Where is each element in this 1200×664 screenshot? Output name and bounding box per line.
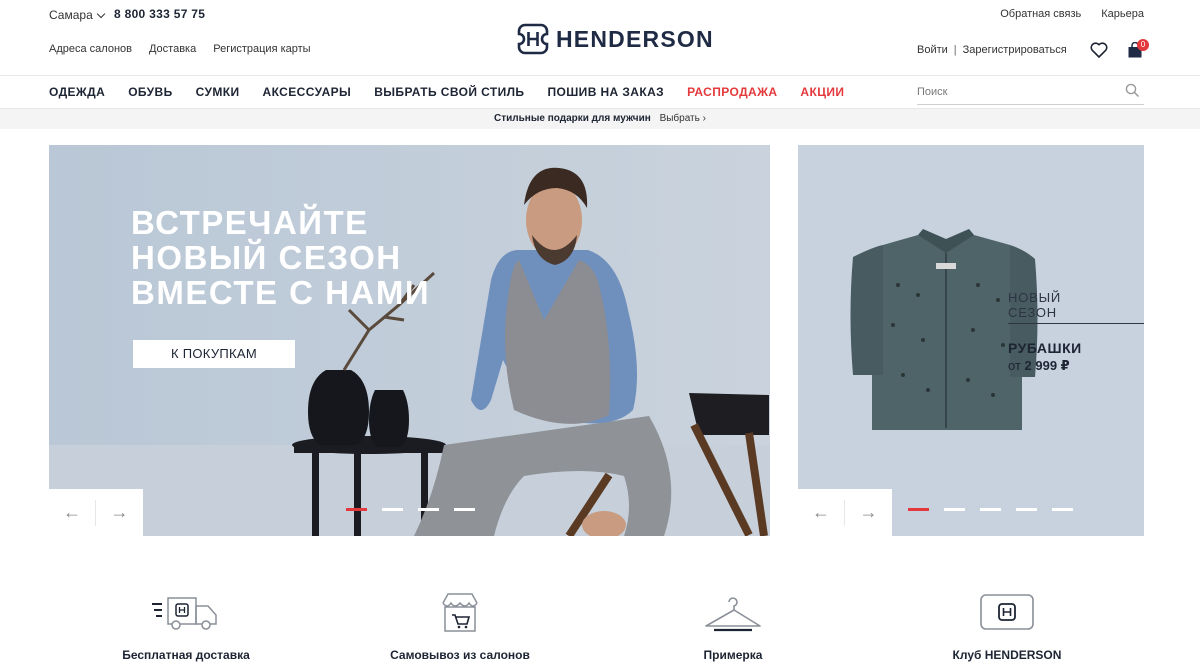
- hero-title-line-2: НОВЫЙ СЕЗОН: [131, 239, 402, 276]
- feature-label: Клуб HENDERSON: [952, 648, 1062, 662]
- slider-dot[interactable]: [944, 508, 965, 511]
- nav-item-clothing[interactable]: ОДЕЖДА: [49, 85, 105, 99]
- link-card-registration[interactable]: Регистрация карты: [213, 43, 310, 55]
- header-left-links: Адреса салонов Доставка Регистрация карт…: [49, 43, 311, 55]
- feature-label: Бесплатная доставка: [122, 648, 250, 662]
- arrow-left-icon[interactable]: ←: [798, 499, 845, 526]
- shop-now-button[interactable]: К ПОКУПКАМ: [133, 340, 295, 368]
- slider-dot[interactable]: [908, 508, 929, 511]
- nav-item-promotions[interactable]: АКЦИИ: [800, 85, 844, 99]
- slider-dot[interactable]: [1016, 508, 1037, 511]
- arrow-right-icon[interactable]: →: [845, 489, 892, 536]
- shirts-banner[interactable]: НОВЫЙ СЕЗОН РУБАШКИ от 2 999 ₽ ← →: [798, 145, 1144, 536]
- arrow-left-icon[interactable]: ←: [49, 499, 96, 526]
- cart-count-badge: 0: [1137, 39, 1149, 51]
- promo-text: Стильные подарки для мужчин: [494, 113, 651, 124]
- hero-slider-controls: ← →: [49, 489, 143, 536]
- club-card-icon: [980, 594, 1034, 630]
- shirts-slider-controls: ← →: [798, 489, 892, 536]
- nav-item-bags[interactable]: СУМКИ: [196, 85, 240, 99]
- slider-dot[interactable]: [382, 508, 403, 511]
- arrow-right-icon[interactable]: →: [96, 489, 143, 536]
- hero-title: ВСТРЕЧАЙТЕ НОВЫЙ СЕЗОН ВМЕСТЕ С НАМИ: [131, 205, 430, 310]
- shirts-price: от 2 999 ₽: [1008, 358, 1070, 374]
- link-careers[interactable]: Карьера: [1101, 8, 1144, 20]
- shirt-photo: [850, 229, 1038, 430]
- hero-slider-dots: [346, 508, 475, 511]
- city-label: Самара: [49, 8, 93, 22]
- chevron-down-icon: [96, 9, 105, 18]
- new-season-label: НОВЫЙ СЕЗОН: [1008, 290, 1061, 320]
- slider-dot[interactable]: [1052, 508, 1073, 511]
- slider-dot[interactable]: [346, 508, 367, 511]
- delivery-truck-icon: [152, 597, 217, 630]
- city-selector[interactable]: Самара: [49, 8, 105, 22]
- hero-banner[interactable]: ВСТРЕЧАЙТЕ НОВЫЙ СЕЗОН ВМЕСТЕ С НАМИ К П…: [49, 145, 770, 536]
- nav-item-sale[interactable]: РАСПРОДАЖА: [687, 85, 777, 99]
- header: Самара 8 800 333 57 75 Адреса салонов До…: [0, 0, 1200, 76]
- slider-dot[interactable]: [980, 508, 1001, 511]
- shirts-slider-dots: [908, 508, 1073, 511]
- logo-emblem-icon: [517, 23, 549, 55]
- feature-store-pickup[interactable]: Самовывоз из салонов: [360, 590, 560, 662]
- shirts-category: РУБАШКИ: [1008, 340, 1082, 356]
- nav-item-choose-style[interactable]: ВЫБРАТЬ СВОЙ СТИЛЬ: [374, 85, 524, 99]
- auth-separator: |: [953, 44, 957, 56]
- search-icon[interactable]: [1125, 83, 1140, 98]
- main-nav: ОДЕЖДА ОБУВЬ СУМКИ АКСЕССУАРЫ ВЫБРАТЬ СВ…: [0, 76, 1200, 109]
- nav-item-shoes[interactable]: ОБУВЬ: [128, 85, 172, 99]
- slider-dot[interactable]: [454, 508, 475, 511]
- login-link[interactable]: Войти: [917, 44, 948, 56]
- promo-strip: Стильные подарки для мужчин Выбрать ›: [0, 109, 1200, 129]
- new-season-line-2: СЕЗОН: [1008, 305, 1057, 320]
- auth-links: Войти | Зарегистрироваться: [917, 44, 1067, 56]
- link-feedback[interactable]: Обратная связь: [1000, 8, 1081, 20]
- feature-free-delivery[interactable]: Бесплатная доставка: [86, 590, 286, 662]
- hero-title-line-3: ВМЕСТЕ С НАМИ: [131, 274, 431, 311]
- link-delivery[interactable]: Доставка: [149, 43, 196, 55]
- store-pickup-icon: [442, 593, 478, 632]
- divider: [1008, 323, 1144, 324]
- brand-name: HENDERSON: [556, 25, 714, 52]
- new-season-line-1: НОВЫЙ: [1008, 290, 1062, 305]
- link-salon-addresses[interactable]: Адреса салонов: [49, 43, 132, 55]
- feature-label: Самовывоз из салонов: [390, 648, 530, 662]
- price-prefix: от: [1008, 358, 1021, 373]
- feature-henderson-club[interactable]: Клуб HENDERSON: [907, 590, 1107, 662]
- nav-item-tailoring[interactable]: ПОШИВ НА ЗАКАЗ: [547, 85, 664, 99]
- hanger-icon: [705, 597, 761, 632]
- search-bar: [917, 81, 1144, 105]
- register-link[interactable]: Зарегистрироваться: [963, 44, 1067, 56]
- feature-label: Примерка: [703, 648, 763, 662]
- hero-title-line-1: ВСТРЕЧАЙТЕ: [131, 204, 369, 241]
- heart-icon[interactable]: [1090, 42, 1108, 58]
- price-value: 2 999 ₽: [1024, 358, 1070, 373]
- slider-dot[interactable]: [418, 508, 439, 511]
- nav-item-accessories[interactable]: АКСЕССУАРЫ: [263, 85, 352, 99]
- phone-number[interactable]: 8 800 333 57 75: [114, 7, 205, 21]
- features-row: Бесплатная доставка Самовывоз из салонов…: [0, 590, 1200, 664]
- feature-fitting[interactable]: Примерка: [633, 590, 833, 662]
- search-input[interactable]: [917, 81, 1117, 103]
- promo-choose-link[interactable]: Выбрать ›: [660, 113, 706, 124]
- brand-logo[interactable]: HENDERSON: [516, 22, 714, 56]
- header-right-links: Обратная связь Карьера: [1000, 8, 1144, 20]
